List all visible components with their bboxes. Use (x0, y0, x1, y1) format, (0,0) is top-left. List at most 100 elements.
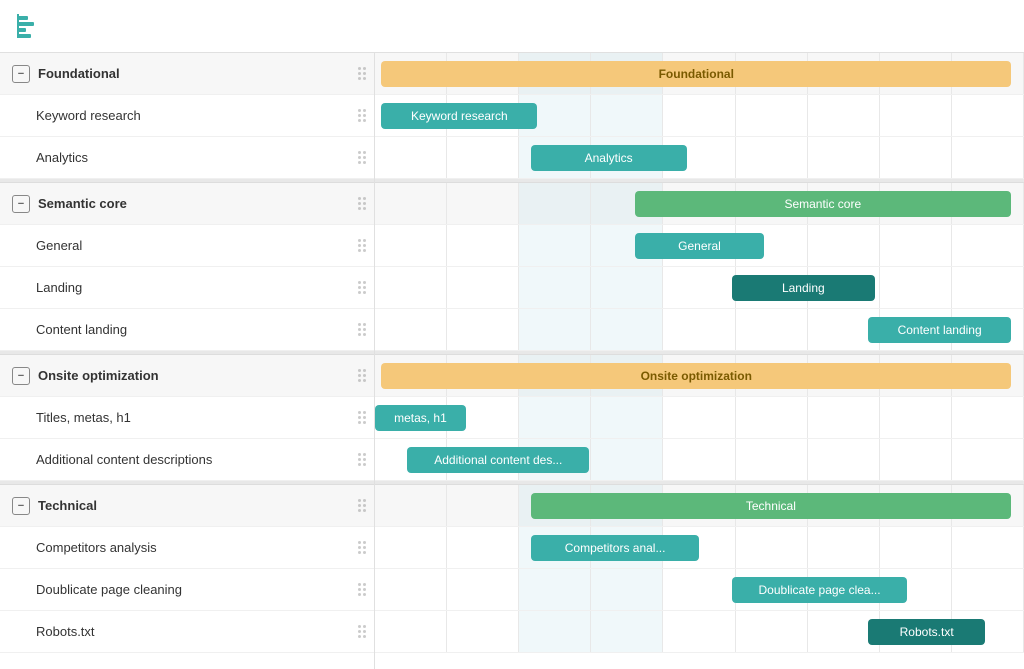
gantt-bar-container-content-landing: Content landing (375, 309, 1024, 350)
gantt-col-3 (591, 485, 663, 526)
gantt-bar-container-competitors-analysis: Competitors anal... (375, 527, 1024, 568)
gantt-col-4 (663, 355, 735, 396)
gantt-bar-content-landing: Content landing (868, 317, 1011, 343)
gantt-bar-container-keyword-research: Keyword research (375, 95, 1024, 136)
sidebar-row-label-additional-content: Additional content descriptions (36, 452, 354, 467)
gantt-col-1 (447, 267, 519, 308)
gantt-col-4 (663, 137, 735, 178)
drag-handle-landing[interactable] (358, 281, 366, 294)
drag-handle-titles-metas[interactable] (358, 411, 366, 424)
collapse-icon-foundational[interactable]: − (12, 65, 30, 83)
sidebar-row-robots[interactable]: Robots.txt (0, 611, 374, 653)
drag-handle-analytics[interactable] (358, 151, 366, 164)
gantt-col-3 (591, 397, 663, 438)
gantt-col-1 (447, 53, 519, 94)
gantt-group-row-technical: Technical (375, 485, 1024, 527)
gantt-bar-container-foundational: Foundational (375, 53, 1024, 94)
drag-handle-robots[interactable] (358, 625, 366, 638)
drag-handle-content-landing[interactable] (358, 323, 366, 336)
gantt-col-6 (808, 527, 880, 568)
sidebar-group-foundational[interactable]: − Foundational (0, 53, 374, 95)
gantt-col-5 (736, 309, 808, 350)
sidebar-row-keyword-research[interactable]: Keyword research (0, 95, 374, 137)
gantt-col-0 (375, 527, 447, 568)
sidebar-row-doublicate-page[interactable]: Doublicate page cleaning (0, 569, 374, 611)
gantt-chart[interactable]: Foundational Keyword research Analytics (375, 53, 1024, 669)
sidebar-row-label-keyword-research: Keyword research (36, 108, 354, 123)
sidebar-row-label-content-landing: Content landing (36, 322, 354, 337)
gantt-col-0 (375, 183, 447, 224)
gantt-bar-semantic-core: Semantic core (635, 191, 1011, 217)
sidebar-row-analytics[interactable]: Analytics (0, 137, 374, 179)
gantt-grid (375, 53, 1024, 94)
sidebar-row-titles-metas[interactable]: Titles, metas, h1 (0, 397, 374, 439)
gantt-col-7 (880, 267, 952, 308)
drag-handle-general[interactable] (358, 239, 366, 252)
gantt-col-7 (880, 569, 952, 610)
gantt-grid (375, 183, 1024, 224)
gantt-bar-container-additional-content: Additional content des... (375, 439, 1024, 480)
sidebar-group-semantic-core[interactable]: − Semantic core (0, 183, 374, 225)
gantt-col-6 (808, 439, 880, 480)
sidebar-row-landing[interactable]: Landing (0, 267, 374, 309)
gantt-col-2 (519, 355, 591, 396)
drag-handle-additional-content[interactable] (358, 453, 366, 466)
sidebar-row-label-landing: Landing (36, 280, 354, 295)
gantt-col-5 (736, 267, 808, 308)
drag-handle-competitors-analysis[interactable] (358, 541, 366, 554)
gantt-col-3 (591, 355, 663, 396)
drag-handle-group-foundational[interactable] (358, 67, 366, 80)
drag-handle-keyword-research[interactable] (358, 109, 366, 122)
gantt-col-4 (663, 611, 735, 652)
gantt-inner: Foundational Keyword research Analytics (375, 53, 1024, 669)
gantt-col-0 (375, 309, 447, 350)
sidebar-group-onsite-optimization[interactable]: − Onsite optimization (0, 355, 374, 397)
gantt-grid (375, 267, 1024, 308)
gantt-row-general: General (375, 225, 1024, 267)
gantt-col-7 (880, 355, 952, 396)
gantt-grid (375, 611, 1024, 652)
gantt-col-6 (808, 611, 880, 652)
drag-handle-doublicate-page[interactable] (358, 583, 366, 596)
gantt-col-8 (952, 439, 1024, 480)
drag-handle-group-onsite-optimization[interactable] (358, 369, 366, 382)
gantt-col-4 (663, 397, 735, 438)
gantt-col-6 (808, 355, 880, 396)
gantt-col-7 (880, 397, 952, 438)
gantt-col-5 (736, 611, 808, 652)
collapse-icon-semantic-core[interactable]: − (12, 195, 30, 213)
gantt-col-1 (447, 527, 519, 568)
drag-handle-group-technical[interactable] (358, 499, 366, 512)
sidebar-row-competitors-analysis[interactable]: Competitors analysis (0, 527, 374, 569)
gantt-col-4 (663, 569, 735, 610)
gantt-col-0 (375, 397, 447, 438)
gantt-col-3 (591, 95, 663, 136)
gantt-grid (375, 397, 1024, 438)
sidebar-group-technical[interactable]: − Technical (0, 485, 374, 527)
gantt-col-1 (447, 137, 519, 178)
gantt-bar-keyword-research: Keyword research (381, 103, 537, 129)
gantt-col-8 (952, 485, 1024, 526)
gantt-bar-robots: Robots.txt (868, 619, 985, 645)
gantt-col-7 (880, 527, 952, 568)
gantt-col-0 (375, 439, 447, 480)
gantt-bar-container-landing: Landing (375, 267, 1024, 308)
drag-handle-group-semantic-core[interactable] (358, 197, 366, 210)
gantt-col-3 (591, 611, 663, 652)
gantt-col-5 (736, 527, 808, 568)
gantt-col-4 (663, 183, 735, 224)
gantt-col-1 (447, 309, 519, 350)
sidebar-row-general[interactable]: General (0, 225, 374, 267)
collapse-icon-technical[interactable]: − (12, 497, 30, 515)
gantt-col-6 (808, 95, 880, 136)
sidebar-row-content-landing[interactable]: Content landing (0, 309, 374, 351)
collapse-icon-onsite-optimization[interactable]: − (12, 367, 30, 385)
gantt-col-8 (952, 137, 1024, 178)
sidebar-row-additional-content[interactable]: Additional content descriptions (0, 439, 374, 481)
gantt-col-5 (736, 183, 808, 224)
gantt-bar-competitors-analysis: Competitors anal... (531, 535, 700, 561)
gantt-col-2 (519, 53, 591, 94)
gantt-col-7 (880, 53, 952, 94)
gantt-group-row-semantic-core: Semantic core (375, 183, 1024, 225)
gantt-col-1 (447, 485, 519, 526)
